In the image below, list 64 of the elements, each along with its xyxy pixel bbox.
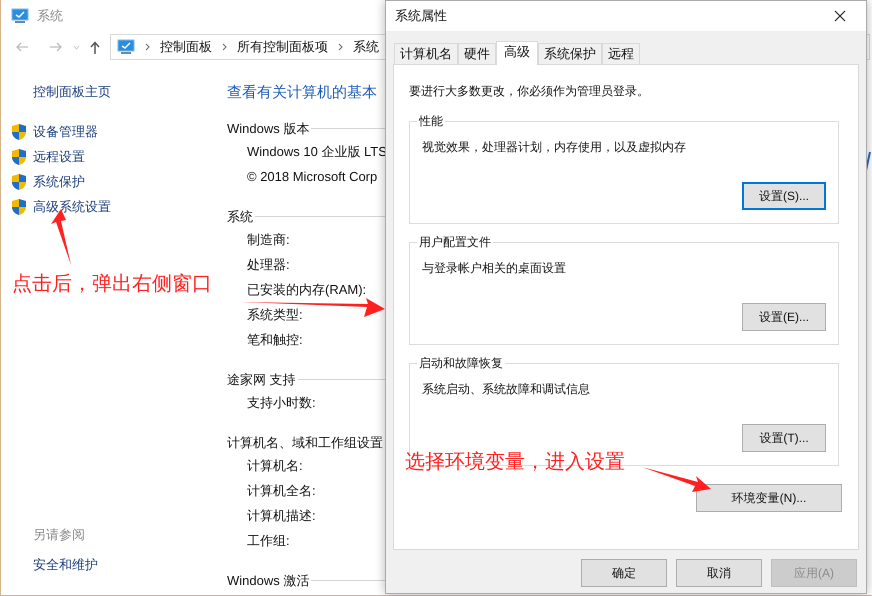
forward-icon[interactable] xyxy=(49,42,63,52)
group-title: 用户配置文件 xyxy=(417,234,493,250)
group-title: 启动和故障恢复 xyxy=(417,355,505,371)
tab[interactable]: 远程 xyxy=(602,43,640,64)
group-title: 性能 xyxy=(417,113,445,129)
section-title: Windows 版本 xyxy=(227,120,310,138)
see-also-title: 另请参阅 xyxy=(32,526,86,544)
close-icon xyxy=(834,10,846,22)
dialog-button[interactable]: 确定 xyxy=(581,559,667,587)
shield-icon xyxy=(11,173,27,191)
shield-icon xyxy=(11,123,27,141)
chevron-icon xyxy=(338,43,343,51)
settings-button[interactable]: 设置(T)... xyxy=(742,424,826,452)
dropdown-icon[interactable] xyxy=(73,44,80,50)
info-label: © 2018 Microsoft Corp xyxy=(246,168,378,186)
sidebar-link[interactable]: 远程设置 xyxy=(33,147,85,167)
settings-button[interactable]: 设置(S)... xyxy=(742,182,826,210)
window-title: 系统 xyxy=(37,7,63,26)
settings-button[interactable]: 设置(E)... xyxy=(742,303,826,331)
tab[interactable]: 计算机名 xyxy=(394,43,458,64)
shield-icon xyxy=(11,148,27,166)
tab[interactable]: 硬件 xyxy=(458,43,496,64)
page-heading: 查看有关计算机的基本 xyxy=(227,83,377,103)
breadcrumb-item[interactable]: 所有控制面板项 xyxy=(237,37,328,57)
up-icon[interactable] xyxy=(90,40,100,54)
dialog-button[interactable]: 取消 xyxy=(676,559,762,587)
info-label: 计算机全名: xyxy=(246,482,316,500)
info-label: 制造商: xyxy=(246,230,290,248)
arrow-icon xyxy=(642,465,712,493)
chevron-icon xyxy=(222,43,227,51)
breadcrumb-item[interactable]: 系统 xyxy=(353,37,379,57)
section-title: 系统 xyxy=(227,208,253,226)
info-label: 计算机描述: xyxy=(246,506,316,524)
group-description: 视觉效果，处理器计划，内存使用，以及虚拟内存 xyxy=(422,139,687,156)
info-label: 系统类型: xyxy=(246,306,303,324)
breadcrumb-item[interactable]: 控制面板 xyxy=(160,37,212,57)
info-label: 计算机名: xyxy=(246,456,303,474)
annotation-text: 选择环境变量，进入设置 xyxy=(405,450,625,475)
tab[interactable]: 高级 xyxy=(496,41,538,65)
computer-icon xyxy=(11,8,29,24)
info-label: 工作组: xyxy=(246,532,290,550)
info-label: 支持小时数: xyxy=(246,394,316,412)
group-description: 与登录帐户相关的桌面设置 xyxy=(422,260,567,277)
sidebar-link[interactable]: 系统保护 xyxy=(33,172,85,192)
sidebar-link[interactable]: 高级系统设置 xyxy=(33,197,111,217)
sidebar-link[interactable]: 设备管理器 xyxy=(33,122,98,142)
info-label: 已安装的内存(RAM): xyxy=(246,280,366,299)
shield-icon xyxy=(11,198,27,216)
section-title: 途家网 支持 xyxy=(227,370,296,389)
tab[interactable]: 系统保护 xyxy=(538,43,602,64)
environment-variables-button[interactable]: 环境变量(N)... xyxy=(696,484,842,512)
group-description: 系统启动、系统故障和调试信息 xyxy=(422,381,591,398)
home-link[interactable]: 控制面板主页 xyxy=(11,82,227,102)
dialog-title: 系统属性 xyxy=(395,7,447,26)
sidebar-link[interactable]: 安全和维护 xyxy=(11,554,227,574)
chevron-icon xyxy=(145,43,150,51)
notice-text: 要进行大多数更改，你必须作为管理员登录。 xyxy=(409,83,650,100)
back-icon[interactable] xyxy=(15,42,29,52)
section-title: Windows 激活 xyxy=(227,572,310,590)
section-title: 计算机名、域和工作组设置 xyxy=(227,434,383,452)
annotation-text: 点击后，弹出右侧窗口 xyxy=(12,272,212,297)
computer-icon xyxy=(117,39,135,55)
info-label: 处理器: xyxy=(246,256,290,274)
info-label: 笔和触控: xyxy=(246,330,303,348)
